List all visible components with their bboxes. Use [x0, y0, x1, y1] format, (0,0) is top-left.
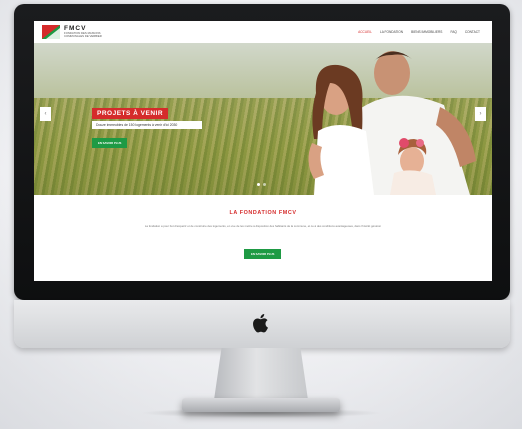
hero-subtitle: Douze immeubles de 150 logements à venir… [92, 121, 202, 129]
hero-cta-button[interactable]: EN SAVOIR PLUS [92, 138, 128, 148]
logo-icon[interactable] [42, 25, 60, 39]
main-nav: ACCUEIL LA FONDATION BIENS IMMOBILIERS F… [358, 30, 480, 34]
slider-dots [257, 183, 266, 186]
nav-item-accueil[interactable]: ACCUEIL [358, 30, 372, 34]
slider-dot-1[interactable] [257, 183, 260, 186]
nav-item-contact[interactable]: CONTACT [465, 30, 480, 34]
slider-prev-button[interactable]: ‹ [40, 107, 51, 121]
site-header: FMCV FONDATION DES MAISONS COMMUNALES DE… [34, 21, 492, 43]
section-title: LA FONDATION FMCV [229, 210, 297, 216]
nav-item-la-fondation[interactable]: LA FONDATION [380, 30, 403, 34]
hero-slider: ‹ › PROJETS À VENIR Douze immeubles de 1… [34, 43, 492, 195]
monitor-stand [214, 348, 308, 400]
hero-title: PROJETS À VENIR [92, 108, 169, 119]
nav-item-biens-immobiliers[interactable]: BIENS IMMOBILIERS [411, 30, 442, 34]
brand-tagline: FONDATION DES MAISONS COMMUNALES DE VERB… [64, 31, 102, 39]
section-text: La fondation a pour but d'acquérir et de… [144, 224, 382, 228]
section-cta-button[interactable]: EN SAVOIR PLUS [244, 249, 282, 259]
nav-item-faq[interactable]: FAQ [450, 30, 456, 34]
chevron-right-icon: › [479, 111, 482, 117]
chevron-left-icon: ‹ [44, 111, 47, 117]
slider-next-button[interactable]: › [475, 107, 486, 121]
screen: FMCV FONDATION DES MAISONS COMMUNALES DE… [34, 21, 492, 281]
hero-family-photo [308, 51, 476, 195]
slider-dot-2[interactable] [263, 183, 266, 186]
monitor-stand-base [182, 398, 340, 412]
apple-logo-icon [253, 314, 268, 333]
